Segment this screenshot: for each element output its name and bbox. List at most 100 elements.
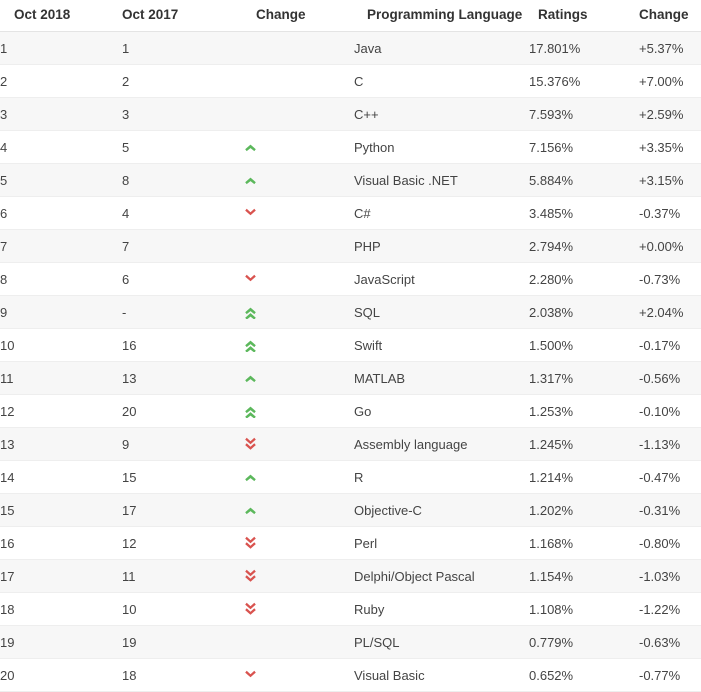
- table-row[interactable]: 14 15 R 1.214% -0.47%: [0, 460, 701, 494]
- table-row[interactable]: 13 9 Assembly language 1.245% -1.13%: [0, 427, 701, 461]
- chevron-up-icon: [244, 494, 354, 526]
- table-row[interactable]: 7 7 PHP 2.794% +0.00%: [0, 229, 701, 263]
- chevron-double-down-icon: [244, 527, 354, 559]
- cell-rank-current: 17: [0, 559, 122, 593]
- cell-rank-change: [244, 196, 354, 230]
- table-row[interactable]: 9- SQL 2.038% +2.04%: [0, 295, 701, 329]
- cell-ratings: 1.108%: [529, 592, 639, 626]
- cell-rank-current: 10: [0, 328, 122, 362]
- cell-rank-current: 7: [0, 229, 122, 263]
- cell-ratings: 15.376%: [529, 64, 639, 98]
- cell-ratings-change: +3.35%: [639, 130, 701, 164]
- cell-language: Perl: [354, 526, 529, 560]
- cell-ratings: 1.253%: [529, 394, 639, 428]
- cell-ratings-change: +2.04%: [639, 295, 701, 329]
- cell-ratings-change: -1.03%: [639, 559, 701, 593]
- cell-ratings-change: -0.77%: [639, 658, 701, 692]
- table-row[interactable]: 15 17 Objective-C 1.202% -0.31%: [0, 493, 701, 527]
- no-change-icon: [244, 32, 354, 64]
- table-row[interactable]: 4 5 Python 7.156% +3.35%: [0, 130, 701, 164]
- cell-rank-current: 12: [0, 394, 122, 428]
- table-row[interactable]: 16 12 Perl 1.168% -0.80%: [0, 526, 701, 560]
- cell-rank-previous: 3: [122, 97, 244, 131]
- table-row[interactable]: 12 20 Go 1.253% -0.10%: [0, 394, 701, 428]
- column-header-rank-previous[interactable]: Oct 2017: [122, 0, 244, 32]
- cell-ratings-change: -0.47%: [639, 460, 701, 494]
- cell-rank-previous: 17: [122, 493, 244, 527]
- chevron-up-icon: [244, 461, 354, 493]
- cell-rank-change: [244, 295, 354, 329]
- cell-ratings-change: -0.37%: [639, 196, 701, 230]
- cell-language: SQL: [354, 295, 529, 329]
- cell-ratings: 2.038%: [529, 295, 639, 329]
- cell-ratings: 1.317%: [529, 361, 639, 395]
- cell-language: Assembly language: [354, 427, 529, 461]
- cell-rank-change: [244, 328, 354, 362]
- cell-rank-current: 2: [0, 64, 122, 98]
- cell-ratings-change: -0.80%: [639, 526, 701, 560]
- cell-rank-change: [244, 460, 354, 494]
- column-header-language[interactable]: Programming Language: [354, 0, 529, 32]
- table-row[interactable]: 6 4 C# 3.485% -0.37%: [0, 196, 701, 230]
- cell-rank-previous: 16: [122, 328, 244, 362]
- table-row[interactable]: 19 19 PL/SQL 0.779% -0.63%: [0, 625, 701, 659]
- cell-ratings-change: +0.00%: [639, 229, 701, 263]
- table-row[interactable]: 11 13 MATLAB 1.317% -0.56%: [0, 361, 701, 395]
- chevron-double-down-icon: [244, 593, 354, 625]
- cell-rank-previous: 7: [122, 229, 244, 263]
- column-header-rank-current[interactable]: Oct 2018: [0, 0, 122, 32]
- cell-ratings-change: -0.63%: [639, 625, 701, 659]
- table-row[interactable]: 5 8 Visual Basic .NET 5.884% +3.15%: [0, 163, 701, 197]
- cell-ratings-change: +5.37%: [639, 31, 701, 65]
- cell-ratings: 0.779%: [529, 625, 639, 659]
- cell-rank-current: 8: [0, 262, 122, 296]
- cell-language: C++: [354, 97, 529, 131]
- cell-rank-change: [244, 493, 354, 527]
- table-row[interactable]: 18 10 Ruby 1.108% -1.22%: [0, 592, 701, 626]
- cell-ratings-change: +3.15%: [639, 163, 701, 197]
- cell-rank-change: [244, 229, 354, 263]
- table-header-row: Oct 2018 Oct 2017 Change Programming Lan…: [0, 0, 701, 32]
- cell-ratings-change: -0.56%: [639, 361, 701, 395]
- cell-ratings: 1.202%: [529, 493, 639, 527]
- cell-rank-current: 3: [0, 97, 122, 131]
- no-change-icon: [244, 230, 354, 262]
- chevron-double-down-icon: [244, 560, 354, 592]
- cell-rank-change: [244, 31, 354, 65]
- cell-rank-current: 15: [0, 493, 122, 527]
- table-row[interactable]: 8 6 JavaScript 2.280% -0.73%: [0, 262, 701, 296]
- column-header-ratings[interactable]: Ratings: [529, 0, 639, 32]
- table-row[interactable]: 10 16 Swift 1.500% -0.17%: [0, 328, 701, 362]
- cell-language: R: [354, 460, 529, 494]
- cell-rank-change: [244, 526, 354, 560]
- cell-language: C#: [354, 196, 529, 230]
- table-row[interactable]: 20 18 Visual Basic 0.652% -0.77%: [0, 658, 701, 692]
- cell-ratings: 0.652%: [529, 658, 639, 692]
- cell-rank-change: [244, 262, 354, 296]
- cell-ratings: 1.245%: [529, 427, 639, 461]
- table-row[interactable]: 17 11 Delphi/Object Pascal 1.154% -1.03%: [0, 559, 701, 593]
- cell-rank-current: 13: [0, 427, 122, 461]
- cell-rank-current: 5: [0, 163, 122, 197]
- cell-language: Visual Basic: [354, 658, 529, 692]
- cell-rank-current: 1: [0, 31, 122, 65]
- chevron-double-up-icon: [244, 329, 354, 361]
- cell-rank-current: 19: [0, 625, 122, 659]
- cell-rank-current: 4: [0, 130, 122, 164]
- cell-rank-previous: 2: [122, 64, 244, 98]
- cell-language: Go: [354, 394, 529, 428]
- cell-rank-previous: 5: [122, 130, 244, 164]
- cell-rank-previous: 9: [122, 427, 244, 461]
- column-header-rank-change[interactable]: Change: [244, 0, 354, 32]
- cell-rank-current: 11: [0, 361, 122, 395]
- cell-rank-change: [244, 658, 354, 692]
- table-row[interactable]: 3 3 C++ 7.593% +2.59%: [0, 97, 701, 131]
- cell-ratings: 17.801%: [529, 31, 639, 65]
- cell-rank-current: 18: [0, 592, 122, 626]
- cell-language: Java: [354, 31, 529, 65]
- table-row[interactable]: 2 2 C 15.376% +7.00%: [0, 64, 701, 98]
- column-header-ratings-change[interactable]: Change: [639, 0, 701, 32]
- cell-rank-change: [244, 394, 354, 428]
- cell-rank-previous: 1: [122, 31, 244, 65]
- table-row[interactable]: 1 1 Java 17.801% +5.37%: [0, 31, 701, 65]
